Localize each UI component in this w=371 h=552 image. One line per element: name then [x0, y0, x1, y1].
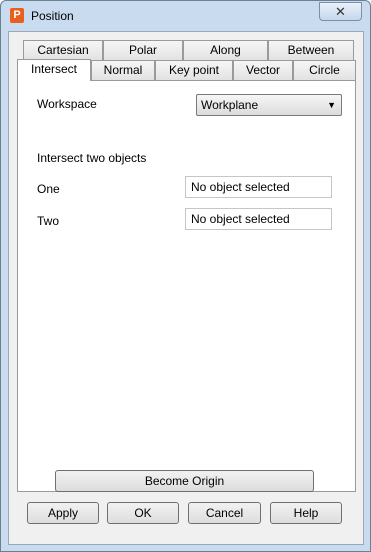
- close-button[interactable]: ✕: [319, 2, 362, 21]
- cancel-button[interactable]: Cancel: [188, 502, 261, 524]
- dialog-client-area: Cartesian Polar Along Between Intersect …: [8, 31, 364, 545]
- tab-polar[interactable]: Polar: [103, 40, 183, 60]
- tab-vector[interactable]: Vector: [233, 60, 293, 80]
- tab-between[interactable]: Between: [268, 40, 354, 60]
- close-icon: ✕: [335, 4, 346, 19]
- title-bar[interactable]: P Position ✕: [1, 1, 370, 31]
- tab-circle[interactable]: Circle: [293, 60, 356, 80]
- tab-cartesian[interactable]: Cartesian: [23, 40, 103, 60]
- ok-button[interactable]: OK: [107, 502, 179, 524]
- two-label: Two: [37, 214, 60, 228]
- apply-button[interactable]: Apply: [27, 502, 99, 524]
- tab-intersect[interactable]: Intersect: [17, 59, 91, 81]
- section-heading: Intersect two objects: [37, 151, 147, 165]
- window-title: Position: [31, 9, 74, 23]
- tab-along[interactable]: Along: [183, 40, 268, 60]
- two-object-field[interactable]: No object selected: [185, 208, 332, 230]
- app-icon: P: [10, 8, 24, 23]
- position-dialog: P Position ✕ Cartesian Polar Along Betwe…: [0, 0, 371, 552]
- help-button[interactable]: Help: [270, 502, 342, 524]
- dropdown-arrow-icon: ▼: [327, 100, 336, 110]
- tab-panel-intersect: Workspace Workplane ▼ Intersect two obje…: [17, 80, 356, 492]
- workspace-value: Workplane: [201, 98, 259, 112]
- one-label: One: [37, 182, 60, 196]
- workspace-label: Workspace: [37, 97, 97, 111]
- workspace-dropdown[interactable]: Workplane ▼: [196, 94, 342, 116]
- one-object-field[interactable]: No object selected: [185, 176, 332, 198]
- become-origin-button[interactable]: Become Origin: [55, 470, 314, 492]
- tab-key-point[interactable]: Key point: [155, 60, 233, 80]
- tab-normal[interactable]: Normal: [91, 60, 155, 80]
